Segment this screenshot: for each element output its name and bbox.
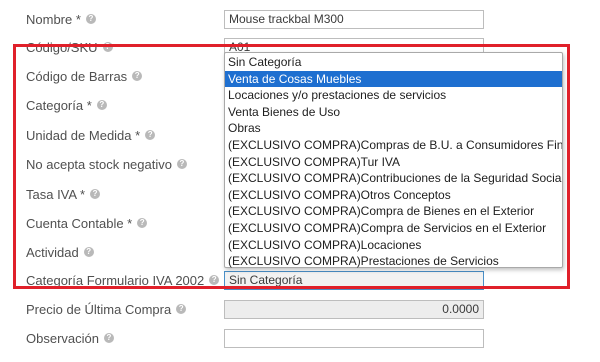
question-circle-icon[interactable]: ? (85, 14, 96, 24)
dropdown-option[interactable]: Venta Bienes de Uso (225, 104, 562, 121)
categoria-formulario-iva-select[interactable]: Sin Categoría (224, 271, 484, 290)
dropdown-option[interactable]: Obras (225, 120, 562, 137)
question-circle-icon[interactable]: ? (83, 247, 94, 257)
question-circle-icon[interactable]: ? (132, 71, 143, 81)
question-circle-icon[interactable]: ? (96, 100, 107, 110)
codigo-barras-label: Código de Barras ? (26, 67, 143, 85)
observacion-label-text: Observación (26, 330, 99, 346)
question-circle-icon[interactable]: ? (102, 42, 113, 52)
tasa-iva-label-text: Tasa IVA * (26, 186, 86, 202)
stock-negativo-label-text: No acepta stock negativo (26, 156, 172, 172)
question-circle-icon[interactable]: ? (90, 189, 101, 199)
dropdown-option[interactable]: (EXCLUSIVO COMPRA)Locaciones (225, 237, 562, 254)
unidad-medida-label: Unidad de Medida * ? (26, 126, 156, 144)
dropdown-option-selected[interactable]: Venta de Cosas Muebles (225, 70, 562, 88)
observacion-label: Observación ? (26, 329, 114, 347)
precio-ultima-compra-input: 0.0000 (224, 300, 484, 319)
tasa-iva-label: Tasa IVA * ? (26, 185, 101, 203)
codigo-barras-label-text: Código de Barras (26, 68, 128, 84)
nombre-label: Nombre * ? (26, 10, 96, 28)
observacion-input[interactable] (224, 329, 484, 348)
dropdown-option[interactable]: (EXCLUSIVO COMPRA)Tur IVA (225, 154, 562, 171)
cuenta-contable-label-text: Cuenta Contable * (26, 215, 133, 231)
stock-negativo-label: No acepta stock negativo ? (26, 155, 187, 173)
dropdown-option[interactable]: Sin Categoría (225, 54, 562, 71)
dropdown-option[interactable]: (EXCLUSIVO COMPRA)Compra de Bienes en el… (225, 203, 562, 220)
question-circle-icon[interactable]: ? (176, 159, 187, 169)
question-circle-icon[interactable]: ? (176, 304, 187, 314)
actividad-label-text: Actividad (26, 244, 79, 260)
question-circle-icon[interactable]: ? (137, 218, 148, 228)
codigo-sku-label: Código/SKU ? (26, 38, 113, 56)
actividad-label: Actividad ? (26, 243, 94, 261)
question-circle-icon[interactable]: ? (145, 130, 156, 140)
dropdown-option[interactable]: (EXCLUSIVO COMPRA)Otros Conceptos (225, 187, 562, 204)
nombre-input[interactable]: Mouse trackbal M300 (224, 10, 484, 29)
categoria-formulario-iva-dropdown[interactable]: Sin Categoría Venta de Cosas Muebles Loc… (224, 52, 563, 268)
dropdown-option[interactable]: Locaciones y/o prestaciones de servicios (225, 87, 562, 104)
unidad-medida-label-text: Unidad de Medida * (26, 127, 141, 143)
categoria-formulario-iva-label: Categoría Formulario IVA 2002 ? (26, 271, 220, 289)
dropdown-option[interactable]: (EXCLUSIVO COMPRA)Contribuciones de la S… (225, 170, 562, 187)
cuenta-contable-label: Cuenta Contable * ? (26, 214, 148, 232)
nombre-label-text: Nombre * (26, 11, 81, 27)
categoria-formulario-iva-label-text: Categoría Formulario IVA 2002 (26, 272, 205, 288)
question-circle-icon[interactable]: ? (103, 333, 114, 343)
categoria-label: Categoría * ? (26, 96, 107, 114)
dropdown-option[interactable]: (EXCLUSIVO COMPRA)Compra de Servicios en… (225, 220, 562, 237)
codigo-sku-label-text: Código/SKU (26, 39, 98, 55)
precio-ultima-compra-label: Precio de Última Compra ? (26, 300, 187, 318)
dropdown-option[interactable]: (EXCLUSIVO COMPRA)Prestaciones de Servic… (225, 253, 562, 270)
precio-ultima-compra-label-text: Precio de Última Compra (26, 301, 172, 317)
dropdown-option[interactable]: (EXCLUSIVO COMPRA)Compras de B.U. a Cons… (225, 137, 562, 154)
categoria-label-text: Categoría * (26, 97, 92, 113)
question-circle-icon[interactable]: ? (209, 275, 220, 285)
